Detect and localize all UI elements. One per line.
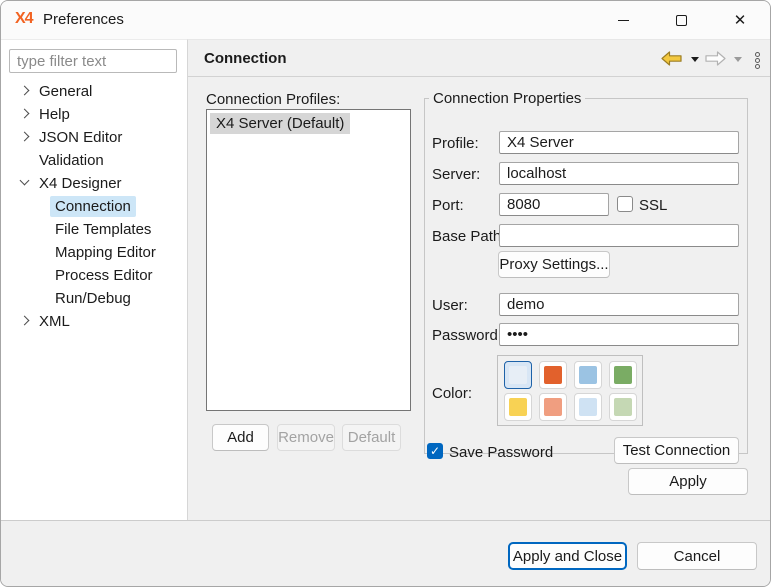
dialog-button-bar: Apply and Close Cancel [1,520,770,587]
server-label: Server: [432,166,480,183]
ssl-label: SSL [639,197,667,214]
back-arrow-icon [661,51,682,66]
color-swatch[interactable] [539,393,567,421]
user-label: User: [432,297,468,314]
user-field[interactable] [499,293,739,316]
forward-button[interactable] [705,51,726,66]
test-connection-button[interactable]: Test Connection [614,437,739,464]
color-swatch[interactable] [574,361,602,389]
base-path-label: Base Path: [432,228,505,245]
chevron-right-icon[interactable] [20,132,30,142]
connection-profiles-list[interactable]: X4 Server (Default) [206,109,411,411]
tree-item-connection[interactable]: Connection [1,195,187,218]
close-button[interactable]: ✕ [717,1,763,39]
page-header: Connection [188,39,771,77]
base-path-field[interactable] [499,224,739,247]
default-button: Default [342,424,401,451]
tree-item-run-debug[interactable]: Run/Debug [1,287,187,310]
filter-input[interactable] [9,49,177,73]
proxy-settings-button[interactable]: Proxy Settings... [498,251,610,278]
chevron-right-icon[interactable] [20,86,30,96]
page-title: Connection [204,50,287,67]
sidebar: General Help JSON Editor Validation X4 D… [1,39,188,520]
profile-label: Profile: [432,135,479,152]
save-password-checkbox[interactable]: ✓ [427,443,443,459]
tree-item-x4-designer[interactable]: X4 Designer [1,172,187,195]
apply-and-close-button[interactable]: Apply and Close [508,542,627,570]
title-bar[interactable]: X4 Preferences ✕ [1,1,770,39]
forward-arrow-icon [705,51,726,66]
tree-item-general[interactable]: General [1,80,187,103]
caret-down-icon [734,57,742,62]
color-swatch[interactable] [609,393,637,421]
maximize-icon [676,15,687,26]
save-password-label: Save Password [449,444,553,461]
back-button[interactable] [661,51,682,66]
group-legend: Connection Properties [429,90,585,107]
port-label: Port: [432,197,464,214]
tree-item-process-editor[interactable]: Process Editor [1,264,187,287]
view-menu-button[interactable] [755,51,760,69]
color-swatch[interactable] [609,361,637,389]
chevron-right-icon[interactable] [20,316,30,326]
apply-button[interactable]: Apply [628,468,748,495]
port-field[interactable] [499,193,609,216]
back-history-dropdown[interactable] [691,51,699,62]
server-field[interactable] [499,162,739,185]
color-swatch[interactable] [574,393,602,421]
color-swatch[interactable] [504,393,532,421]
color-swatch-grid [497,355,643,426]
preferences-tree: General Help JSON Editor Validation X4 D… [1,80,187,333]
tree-item-mapping-editor[interactable]: Mapping Editor [1,241,187,264]
add-button[interactable]: Add [212,424,269,451]
tree-item-json-editor[interactable]: JSON Editor [1,126,187,149]
connection-properties-group: Connection Properties Profile: Server: P… [424,90,748,454]
tree-item-validation[interactable]: Validation [1,149,187,172]
password-field[interactable] [499,323,739,346]
close-icon: ✕ [734,13,747,28]
window-title: Preferences [43,11,124,28]
password-label: Password: [432,327,502,344]
color-label: Color: [432,385,472,402]
chevron-right-icon[interactable] [20,109,30,119]
tree-item-file-templates[interactable]: File Templates [1,218,187,241]
vertical-dots-icon [755,52,760,69]
preferences-dialog: X4 Preferences ✕ General Help JSON Edito… [0,0,771,587]
list-item[interactable]: X4 Server (Default) [210,113,350,134]
color-swatch[interactable] [504,361,532,389]
chevron-down-icon[interactable] [20,176,30,186]
connection-profiles-label: Connection Profiles: [206,91,340,108]
caret-down-icon [691,57,699,62]
forward-history-dropdown[interactable] [734,51,742,62]
color-swatch[interactable] [539,361,567,389]
maximize-button[interactable] [658,1,704,39]
x4-logo-icon: X4 [15,10,33,28]
cancel-button[interactable]: Cancel [637,542,757,570]
remove-button: Remove [277,424,335,451]
tree-item-xml[interactable]: XML [1,310,187,333]
profile-field[interactable] [499,131,739,154]
minimize-button[interactable] [600,1,646,39]
ssl-checkbox[interactable] [617,196,633,212]
minimize-icon [618,20,629,21]
tree-item-help[interactable]: Help [1,103,187,126]
